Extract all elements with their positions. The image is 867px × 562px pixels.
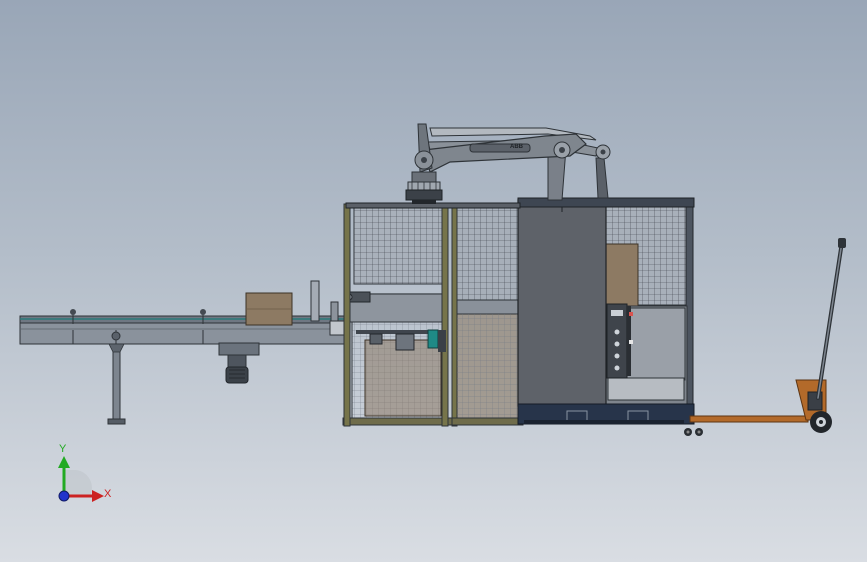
- conveyor-drive-motor: [218, 342, 260, 384]
- robot-name-plate: ABB: [510, 144, 524, 150]
- carton-on-conveyor: [245, 292, 293, 326]
- infeed-conveyor: [19, 309, 346, 345]
- cabinet-door[interactable]: [517, 199, 607, 407]
- conveyor-support-leg: [107, 343, 126, 425]
- cad-viewport[interactable]: ABB Y X: [0, 0, 867, 562]
- safety-fence-frame: [342, 203, 524, 427]
- top-header-beam: [345, 197, 695, 209]
- coordinate-triad: Y X: [58, 443, 112, 502]
- pallet-jack[interactable]: [684, 238, 846, 436]
- x-axis-label: X: [104, 488, 112, 500]
- palletizing-robot-arm[interactable]: ABB: [405, 123, 611, 204]
- electrical-control-panel: [606, 303, 633, 379]
- base-platform: [517, 403, 695, 425]
- y-axis-label: Y: [59, 443, 67, 455]
